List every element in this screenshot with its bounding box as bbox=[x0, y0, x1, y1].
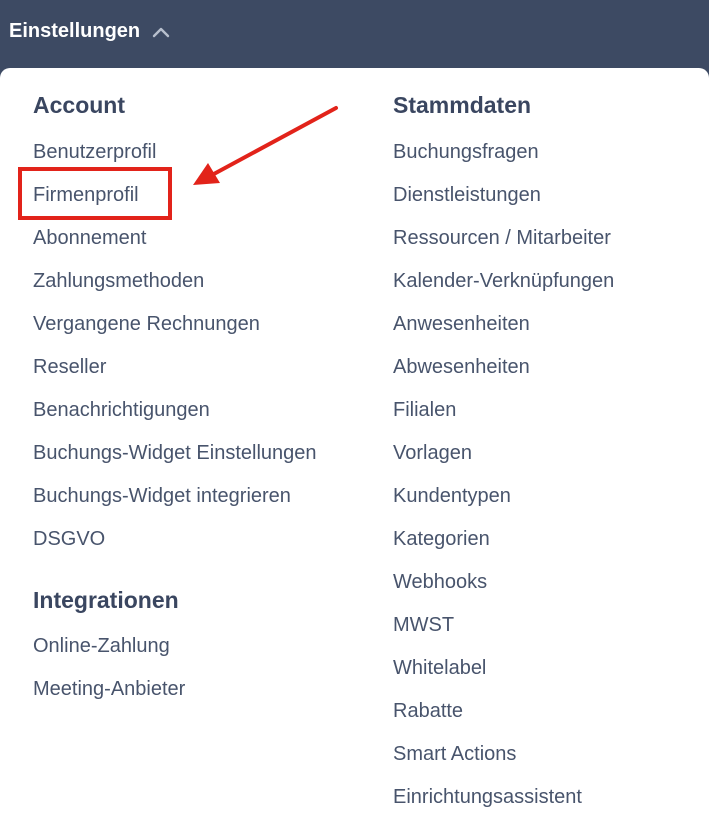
menu-item-whitelabel[interactable]: Whitelabel bbox=[393, 657, 486, 680]
menu-item-abwesenheiten[interactable]: Abwesenheiten bbox=[393, 356, 530, 379]
menu-item-benachrichtigungen[interactable]: Benachrichtigungen bbox=[33, 399, 210, 422]
menu-item-kalender-verknuepfungen[interactable]: Kalender-Verknüpfungen bbox=[393, 270, 614, 293]
menu-item-meeting-anbieter[interactable]: Meeting-Anbieter bbox=[33, 678, 185, 701]
settings-menu-toggle[interactable]: Einstellungen bbox=[9, 20, 170, 43]
menu-item-kundentypen[interactable]: Kundentypen bbox=[393, 485, 511, 508]
menu-item-dienstleistungen[interactable]: Dienstleistungen bbox=[393, 184, 541, 207]
menu-item-benutzerprofil[interactable]: Benutzerprofil bbox=[33, 141, 156, 164]
menu-item-filialen[interactable]: Filialen bbox=[393, 399, 456, 422]
menu-item-abonnement[interactable]: Abonnement bbox=[33, 227, 146, 250]
menu-item-zahlungsmethoden[interactable]: Zahlungsmethoden bbox=[33, 270, 204, 293]
integrationen-heading: Integrationen bbox=[33, 587, 179, 613]
menu-item-anwesenheiten[interactable]: Anwesenheiten bbox=[393, 313, 530, 336]
menu-item-buchungs-widget-einstellungen[interactable]: Buchungs-Widget Einstellungen bbox=[33, 442, 317, 465]
menu-item-mwst[interactable]: MWST bbox=[393, 614, 454, 637]
menu-item-vergangene-rechnungen[interactable]: Vergangene Rechnungen bbox=[33, 313, 260, 336]
menu-item-kategorien[interactable]: Kategorien bbox=[393, 528, 490, 551]
stammdaten-heading: Stammdaten bbox=[393, 92, 532, 118]
menu-item-reseller[interactable]: Reseller bbox=[33, 356, 106, 379]
menu-item-ressourcen-mitarbeiter[interactable]: Ressourcen / Mitarbeiter bbox=[393, 227, 611, 250]
settings-menu-title: Einstellungen bbox=[9, 20, 141, 42]
menu-item-einrichtungsassistent[interactable]: Einrichtungsassistent bbox=[393, 786, 582, 809]
menu-item-rabatte[interactable]: Rabatte bbox=[393, 700, 463, 723]
top-navigation-bar: Einstellungen bbox=[0, 0, 709, 68]
menu-item-webhooks[interactable]: Webhooks bbox=[393, 571, 487, 594]
settings-dropdown-panel: Account Benutzerprofil Firmenprofil Abon… bbox=[0, 68, 709, 838]
account-heading: Account bbox=[33, 92, 125, 118]
menu-item-dsgvo[interactable]: DSGVO bbox=[33, 528, 105, 551]
menu-item-smart-actions[interactable]: Smart Actions bbox=[393, 743, 516, 766]
chevron-up-icon bbox=[152, 27, 170, 37]
menu-item-vorlagen[interactable]: Vorlagen bbox=[393, 442, 472, 465]
menu-item-buchungsfragen[interactable]: Buchungsfragen bbox=[393, 141, 539, 164]
menu-item-buchungs-widget-integrieren[interactable]: Buchungs-Widget integrieren bbox=[33, 485, 291, 508]
menu-item-online-zahlung[interactable]: Online-Zahlung bbox=[33, 635, 170, 658]
annotation-highlight-box bbox=[18, 167, 172, 220]
